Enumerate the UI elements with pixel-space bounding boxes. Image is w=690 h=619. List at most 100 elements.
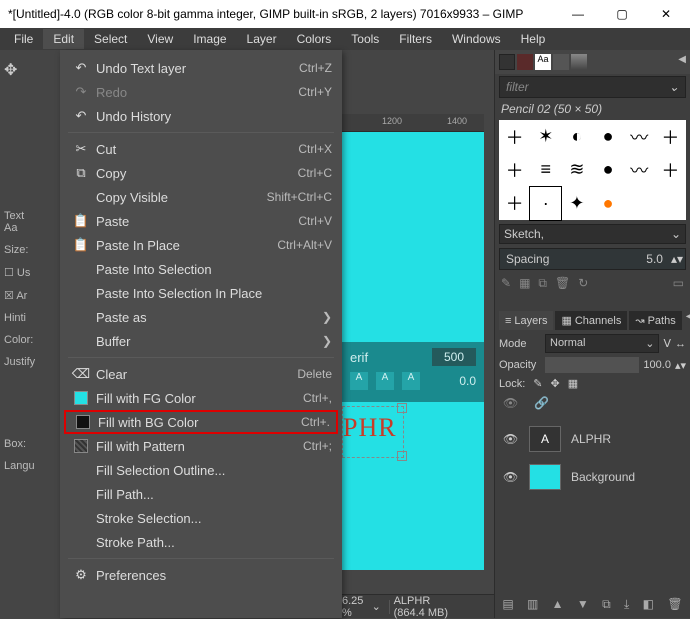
tab-channels[interactable]: ▦ Channels: [555, 311, 627, 330]
lock-alpha-icon[interactable]: ▦: [568, 377, 578, 390]
lower-layer-icon[interactable]: ▼: [577, 597, 589, 612]
menu-item-fill-with-pattern[interactable]: Fill with PatternCtrl+;: [60, 434, 342, 458]
menu-windows[interactable]: Windows: [442, 29, 511, 49]
canvas-region: 1200 1400 erif 500 A A A 0.0: [342, 50, 494, 618]
menu-file[interactable]: File: [4, 29, 43, 49]
new-layer-icon[interactable]: ▤: [502, 597, 513, 612]
menu-item-clear[interactable]: ⌫ClearDelete: [60, 362, 342, 386]
style-button[interactable]: A: [350, 372, 368, 390]
new-icon[interactable]: ▦: [519, 276, 530, 291]
layer-row[interactable]: 👁 A ALPHR: [499, 420, 686, 458]
menu-item-fill-path-[interactable]: Fill Path...: [60, 482, 342, 506]
menu-item-fill-with-fg-color[interactable]: Fill with FG ColorCtrl+,: [60, 386, 342, 410]
open-icon[interactable]: ▭: [673, 276, 684, 291]
titlebar: *[Untitled]-4.0 (RGB color 8-bit gamma i…: [0, 0, 690, 28]
move-tool-icon[interactable]: ✥: [4, 60, 56, 80]
layer-name[interactable]: ALPHR: [571, 432, 611, 446]
layer-thumbnail: A: [529, 426, 561, 452]
panel-menu-icon[interactable]: ◀: [686, 311, 690, 330]
layer-buttons-bar: ▤ ▥ ▲ ▼ ⧉ ⤓ ◧ 🗑: [495, 591, 690, 618]
dup-layer-icon[interactable]: ⧉: [602, 597, 611, 612]
menubar: FileEditSelectViewImageLayerColorsToolsF…: [0, 28, 690, 50]
menu-item-paste-in-place[interactable]: 📋Paste In PlaceCtrl+Alt+V: [60, 233, 342, 257]
layer-row[interactable]: 👁 Background: [499, 458, 686, 496]
window-title: *[Untitled]-4.0 (RGB color 8-bit gamma i…: [8, 7, 556, 21]
tab-layers[interactable]: ≡ Layers: [499, 311, 553, 330]
menu-image[interactable]: Image: [183, 29, 236, 49]
brush-grid[interactable]: ＋✶◐●〰＋ ＋≡≋●〰＋ ＋·✦●: [499, 120, 686, 220]
menu-select[interactable]: Select: [84, 29, 137, 49]
layer-group-icon[interactable]: ▥: [527, 597, 538, 612]
status-info: ALPHR (864.4 MB): [394, 595, 464, 619]
lock-pixel-icon[interactable]: ✎: [533, 377, 542, 390]
status-bar: 6.25 % ⌄ ALPHR (864.4 MB): [342, 594, 494, 618]
menu-item-stroke-selection-[interactable]: Stroke Selection...: [60, 506, 342, 530]
raise-layer-icon[interactable]: ▲: [552, 597, 564, 612]
menu-item-paste-as[interactable]: Paste as❯: [60, 305, 342, 329]
menu-edit[interactable]: Edit: [43, 29, 84, 49]
delete-layer-icon[interactable]: 🗑: [667, 597, 682, 612]
tab-icon[interactable]: [499, 54, 515, 70]
opacity-row[interactable]: Opacity 100.0▴▾: [499, 357, 686, 373]
tab-paths[interactable]: ↝ Paths: [629, 311, 681, 330]
lock-row[interactable]: Lock: ✎ ✥ ▦: [499, 377, 686, 390]
menu-item-fill-with-bg-color[interactable]: Fill with BG ColorCtrl+.: [64, 410, 338, 434]
lock-position-icon[interactable]: ✥: [551, 377, 560, 390]
menu-item-buffer[interactable]: Buffer❯: [60, 329, 342, 353]
brush-name-label: Pencil 02 (50 × 50): [495, 100, 690, 118]
blend-mode-row[interactable]: Mode Normal⌄ ᐯ↔: [499, 334, 686, 353]
delete-icon[interactable]: 🗑: [555, 276, 570, 291]
eye-header-icon: 👁: [503, 396, 518, 410]
menu-item-cut[interactable]: ✂CutCtrl+X: [60, 137, 342, 161]
tool-options-panel: ✥ Text Aa Size: ☐ Us ☒ Ar Hinti Color: J…: [0, 50, 60, 618]
menu-item-paste-into-selection-in-place[interactable]: Paste Into Selection In Place: [60, 281, 342, 305]
menu-item-paste-into-selection[interactable]: Paste Into Selection: [60, 257, 342, 281]
visibility-toggle-icon[interactable]: 👁: [503, 432, 519, 446]
close-button[interactable]: ✕: [644, 0, 688, 28]
zoom-level[interactable]: 6.25 %: [342, 595, 368, 619]
canvas[interactable]: erif 500 A A A 0.0 PHR: [342, 132, 484, 570]
menu-item-paste[interactable]: 📋PasteCtrl+V: [60, 209, 342, 233]
canvas-text[interactable]: PHR: [343, 413, 397, 442]
ruler-horizontal: 1200 1400: [342, 114, 484, 132]
edit-menu-dropdown: ↶Undo Text layerCtrl+Z↷RedoCtrl+Y↶Undo H…: [60, 50, 342, 618]
maximize-button[interactable]: ▢: [600, 0, 644, 28]
menu-item-stroke-path-[interactable]: Stroke Path...: [60, 530, 342, 554]
menu-item-copy[interactable]: ⧉CopyCtrl+C: [60, 161, 342, 185]
brush-filter-input[interactable]: filter⌄: [499, 76, 686, 98]
tab-icon[interactable]: Aa: [535, 54, 551, 70]
right-dock: Aa ◀ filter⌄ Pencil 02 (50 × 50) ＋✶◐●〰＋ …: [494, 50, 690, 618]
style-button[interactable]: A: [376, 372, 394, 390]
font-preview[interactable]: Aa: [4, 222, 56, 234]
refresh-icon[interactable]: ↻: [578, 276, 588, 291]
tab-icon[interactable]: [553, 54, 569, 70]
panel-menu-icon[interactable]: ◀: [678, 54, 686, 70]
mask-icon[interactable]: ◧: [643, 597, 654, 612]
tab-icon[interactable]: [517, 54, 533, 70]
minimize-button[interactable]: —: [556, 0, 600, 28]
edit-icon[interactable]: ✎: [501, 276, 511, 291]
dup-icon[interactable]: ⧉: [538, 276, 547, 291]
tool-options-label: Text: [4, 210, 56, 222]
menu-view[interactable]: View: [137, 29, 183, 49]
tab-icon[interactable]: [571, 54, 587, 70]
spacing-row[interactable]: Spacing 5.0▴▾: [499, 248, 686, 270]
menu-help[interactable]: Help: [511, 29, 556, 49]
layer-thumbnail: [529, 464, 561, 490]
layers-tabs: ≡ Layers ▦ Channels ↝ Paths ◀: [499, 311, 686, 330]
menu-layer[interactable]: Layer: [237, 29, 287, 49]
visibility-toggle-icon[interactable]: 👁: [503, 470, 519, 484]
menu-tools[interactable]: Tools: [341, 29, 389, 49]
merge-icon[interactable]: ⤓: [624, 597, 629, 612]
menu-item-redo[interactable]: ↷RedoCtrl+Y: [60, 80, 342, 104]
menu-item-fill-selection-outline-[interactable]: Fill Selection Outline...: [60, 458, 342, 482]
style-button[interactable]: A: [402, 372, 420, 390]
menu-filters[interactable]: Filters: [389, 29, 442, 49]
menu-item-preferences[interactable]: ⚙Preferences: [60, 563, 342, 587]
layer-name[interactable]: Background: [571, 470, 635, 484]
menu-item-undo-history[interactable]: ↶Undo History: [60, 104, 342, 128]
menu-item-copy-visible[interactable]: Copy VisibleShift+Ctrl+C: [60, 185, 342, 209]
menu-item-undo-text-layer[interactable]: ↶Undo Text layerCtrl+Z: [60, 56, 342, 80]
brush-preset-select[interactable]: Sketch,⌄: [499, 224, 686, 244]
menu-colors[interactable]: Colors: [287, 29, 342, 49]
